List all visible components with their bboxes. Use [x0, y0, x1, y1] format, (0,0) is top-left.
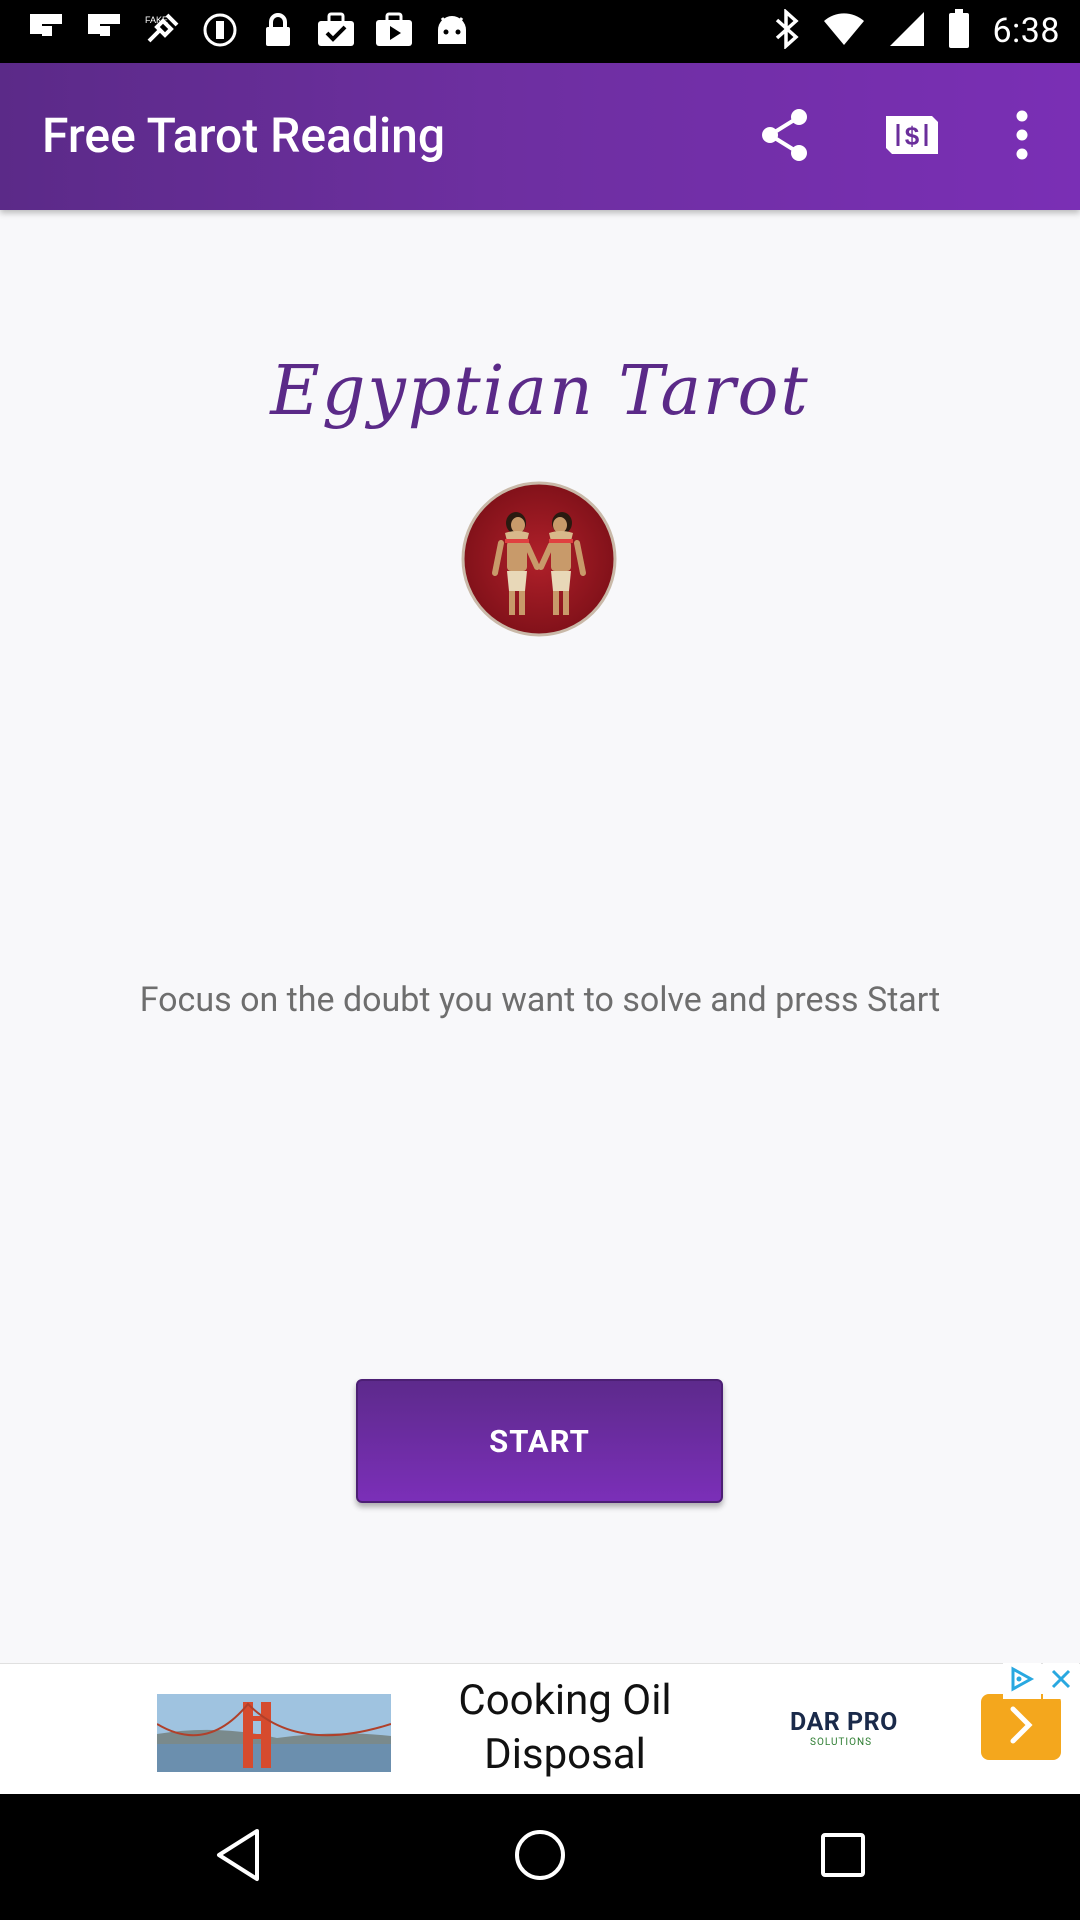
clock: 6:38 [992, 11, 1060, 51]
ad-choices-button[interactable] [1003, 1663, 1041, 1699]
close-icon [1049, 1667, 1073, 1695]
wifi-icon [822, 11, 866, 51]
ad-close-button[interactable] [1043, 1663, 1079, 1699]
lock-icon [258, 10, 298, 50]
chevron-right-icon [1008, 1705, 1034, 1749]
share-button[interactable] [747, 99, 823, 175]
instruction-text: Focus on the doubt you want to solve and… [139, 980, 941, 1020]
back-icon [213, 1827, 263, 1887]
recents-icon [819, 1831, 867, 1883]
signal-icon [888, 10, 926, 52]
flipboard-icon [26, 10, 66, 50]
screen: FAKE 6:38 Free Tarot Reading $ Egyptian … [0, 0, 1080, 1920]
app-title: Free Tarot Reading [42, 107, 446, 164]
ad-brand-logo: DAR PRO SOLUTIONS [790, 1708, 930, 1758]
gemini-emblem-image [461, 481, 617, 637]
ad-open-button[interactable] [981, 1694, 1061, 1760]
status-bar: FAKE 6:38 [0, 0, 1080, 63]
bluetooth-icon [774, 8, 800, 53]
battery-icon [948, 9, 970, 53]
money-button[interactable]: $ [874, 99, 950, 175]
home-icon [513, 1828, 567, 1886]
notification-icons: FAKE [26, 10, 472, 50]
start-button[interactable]: START [356, 1379, 723, 1503]
flipboard-icon [84, 10, 124, 50]
android-icon [432, 10, 472, 50]
more-vert-icon [1015, 110, 1029, 164]
navigation-bar [0, 1794, 1080, 1920]
system-icons: 6:38 [774, 8, 1060, 54]
play-store-icon [374, 10, 414, 50]
ad-brand-sub: SOLUTIONS [810, 1737, 873, 1748]
home-button[interactable] [505, 1824, 575, 1890]
fake-gps-icon: FAKE [142, 10, 182, 50]
ad-brand-name: DAR PRO [790, 1708, 898, 1737]
page-title: Egyptian Tarot [270, 352, 810, 431]
record-icon [200, 10, 240, 50]
svg-text:$: $ [905, 121, 920, 151]
svg-text:FAKE: FAKE [145, 15, 168, 25]
money-icon: $ [884, 114, 940, 160]
ad-bridge-image [157, 1694, 391, 1772]
ad-choices-icon [1009, 1666, 1035, 1696]
app-bar: Free Tarot Reading $ [0, 63, 1080, 210]
share-icon [759, 107, 811, 167]
overflow-menu-button[interactable] [984, 99, 1060, 175]
briefcase-check-icon [316, 10, 356, 50]
recents-button[interactable] [808, 1824, 878, 1890]
back-button[interactable] [203, 1824, 273, 1890]
ad-banner[interactable]: Cooking Oil Disposal DAR PRO SOLUTIONS [0, 1663, 1080, 1795]
ad-headline: Cooking Oil Disposal [458, 1676, 672, 1779]
